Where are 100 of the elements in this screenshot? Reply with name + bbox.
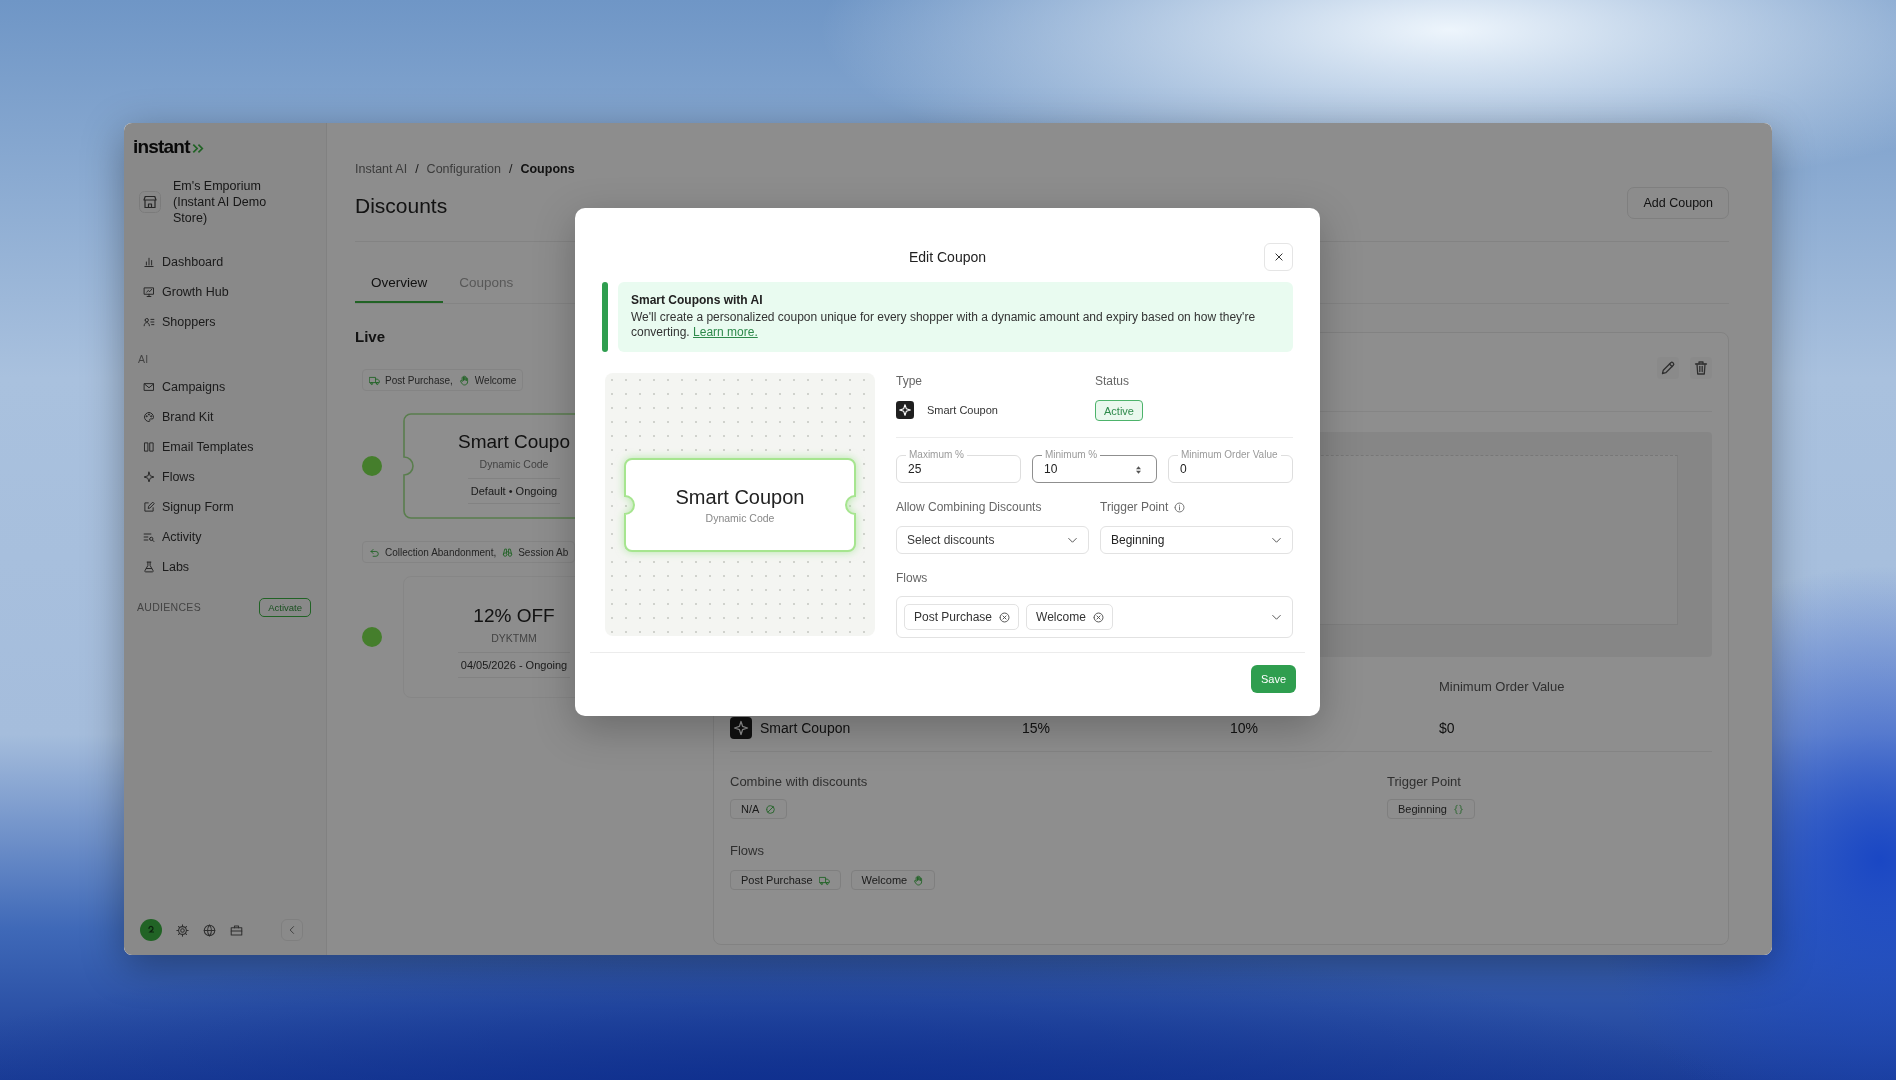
add-coupon-button[interactable]: Add Coupon xyxy=(1627,187,1729,219)
briefcase-icon[interactable] xyxy=(230,923,243,937)
section-heading: Live xyxy=(355,327,385,347)
breadcrumb-link[interactable]: Instant AI xyxy=(355,161,408,177)
accent-bar xyxy=(602,282,608,352)
status-dot xyxy=(362,627,382,647)
status-dot xyxy=(362,456,382,476)
columns-icon xyxy=(143,441,155,453)
bar-chart-icon xyxy=(143,256,155,268)
nav-item[interactable]: Activity xyxy=(133,522,317,552)
close-icon xyxy=(1273,252,1284,262)
waving-hand-icon xyxy=(913,874,925,886)
store-icon[interactable] xyxy=(139,191,161,213)
stat-label: Trigger Point xyxy=(1387,774,1461,790)
flow-name: Post Purchase, xyxy=(385,374,453,386)
edit-square-icon xyxy=(143,501,155,513)
flow-name: Welcome xyxy=(1036,610,1086,624)
remove-icon[interactable] xyxy=(999,611,1011,623)
combine-value: N/A xyxy=(741,803,760,815)
stat-label: Combine with discounts xyxy=(730,774,868,790)
sparkle-icon xyxy=(896,401,914,419)
maximum-value: 15% xyxy=(1022,719,1051,738)
slash-circle-icon xyxy=(765,803,777,815)
type-value: Smart Coupon xyxy=(927,404,998,416)
nav-item[interactable]: Campaigns xyxy=(133,372,317,402)
nav-item[interactable]: Shoppers xyxy=(133,307,317,337)
truck-icon xyxy=(369,374,380,386)
flows-multiselect[interactable]: Post Purchase Welcome xyxy=(896,596,1293,638)
min-order-value: $0 xyxy=(1439,719,1455,738)
field-label: Flows xyxy=(896,570,928,586)
dropdown-select[interactable]: Select discounts xyxy=(896,526,1089,554)
learn-more-link[interactable]: Learn more. xyxy=(693,325,758,339)
stat-label: Flows xyxy=(730,843,764,859)
breadcrumb-separator: / xyxy=(415,161,419,177)
activate-button[interactable]: Activate xyxy=(259,597,311,617)
pencil-icon[interactable] xyxy=(1657,357,1679,379)
tab[interactable]: Overview xyxy=(355,263,444,303)
flow-name: Post Purchase xyxy=(741,874,813,886)
field-label: Type xyxy=(896,373,922,389)
nav-section-heading: AUDIENCES xyxy=(136,600,201,615)
flask-icon xyxy=(143,561,155,573)
coupon-title: 12% OFF xyxy=(473,604,555,628)
coupon-type: Smart Coupon xyxy=(760,719,851,738)
nav-item[interactable]: Brand Kit xyxy=(133,402,317,432)
undo-arrow-icon xyxy=(369,546,380,558)
coupon-period: Default • Ongoing xyxy=(467,478,561,504)
banner-text: We'll create a personalized coupon unique for every shopper with a dynamic amount and expiry based on how they're converting. Learn more. xyxy=(631,310,1257,340)
number-input-field[interactable]: Minimum % 10 xyxy=(1032,449,1157,483)
coupon-title: Smart Coupo xyxy=(458,430,570,454)
envelope-icon xyxy=(143,381,155,393)
remove-icon[interactable] xyxy=(1092,611,1104,623)
flow-name: Welcome xyxy=(861,874,908,886)
flow-name: Collection Abandonment, xyxy=(385,546,497,558)
dropdown-select[interactable]: Beginning xyxy=(1100,526,1293,554)
nav-item[interactable]: Flows xyxy=(133,462,317,492)
banner-title: Smart Coupons with AI xyxy=(631,292,763,308)
list-search-icon xyxy=(143,531,155,543)
nav-section-heading: AI xyxy=(137,352,149,367)
avatar-icon[interactable] xyxy=(140,919,162,941)
field-label: Trigger Point xyxy=(1100,499,1169,515)
globe-icon[interactable] xyxy=(203,923,216,937)
page-title: Discounts xyxy=(355,193,448,219)
nav-item[interactable]: Email Templates xyxy=(133,432,317,462)
coupon-period: 04/05/2026 - Ongoing xyxy=(457,652,571,678)
people-list-icon xyxy=(143,316,155,328)
logo-chevrons-icon xyxy=(191,143,204,154)
ticket-subtitle: Dynamic Code xyxy=(705,511,775,525)
coupon-code: Dynamic Code xyxy=(479,457,549,471)
dialog-title: Edit Coupon xyxy=(908,249,987,265)
info-icon[interactable] xyxy=(1174,501,1186,513)
status-badge: Active xyxy=(1095,400,1143,421)
sparkle-icon xyxy=(143,471,155,483)
breadcrumb-separator: / xyxy=(508,161,513,177)
save-button[interactable]: Save xyxy=(1250,665,1296,693)
nav-item[interactable]: Signup Form xyxy=(133,492,317,522)
chevron-left-icon xyxy=(287,925,297,935)
field-label: Status xyxy=(1095,373,1130,389)
settings-icon[interactable] xyxy=(176,923,189,937)
flow-name: Post Purchase xyxy=(914,610,993,624)
presentation-icon xyxy=(143,286,155,298)
trigger-value: Beginning xyxy=(1398,803,1447,815)
trash-icon[interactable] xyxy=(1690,357,1712,379)
number-input-field[interactable]: Minimum Order Value 0 xyxy=(1168,449,1293,483)
logo-wordmark: instant xyxy=(133,135,190,159)
store-name: Em's Emporium (Instant AI Demo Store) xyxy=(173,178,268,226)
field-label: Allow Combining Discounts xyxy=(896,499,1042,515)
palette-icon xyxy=(143,411,155,423)
binoculars-icon xyxy=(502,546,514,558)
nav-item[interactable]: Labs xyxy=(133,552,317,582)
stat-label: Minimum Order Value xyxy=(1439,679,1565,695)
flow-name: Welcome xyxy=(474,374,517,386)
ticket-title: Smart Coupon xyxy=(675,484,805,509)
truck-icon xyxy=(818,874,830,886)
nav-item[interactable]: Dashboard xyxy=(133,247,317,277)
waving-hand-icon xyxy=(458,374,470,386)
nav-item[interactable]: Growth Hub xyxy=(133,277,317,307)
breadcrumb-link[interactable]: Coupons xyxy=(520,161,575,177)
number-input-field[interactable]: Maximum % 25 xyxy=(896,449,1021,483)
breadcrumb-link[interactable]: Configuration xyxy=(426,161,501,177)
stepper-arrows-icon[interactable] xyxy=(1135,464,1142,475)
